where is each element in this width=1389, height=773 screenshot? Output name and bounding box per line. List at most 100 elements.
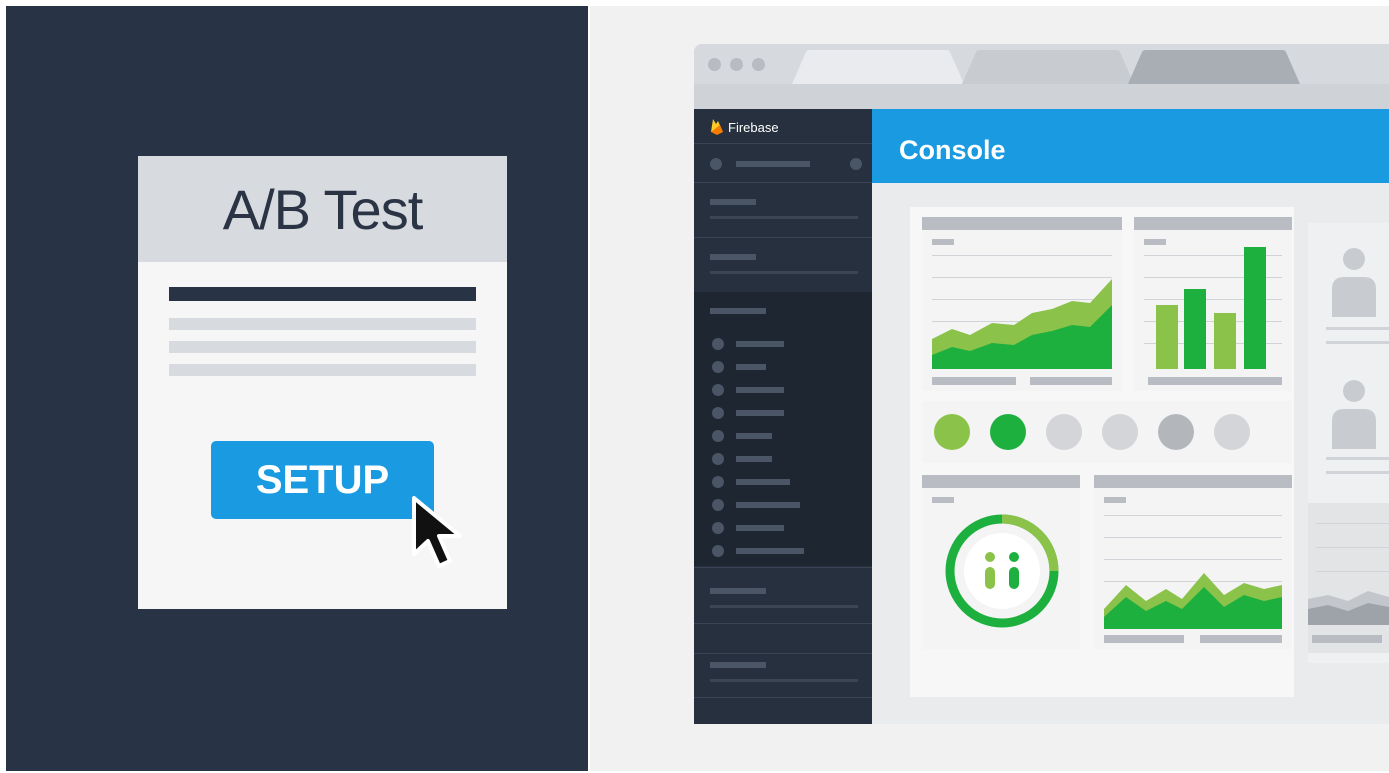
status-dot-icon <box>1158 414 1194 450</box>
grid-line <box>1104 515 1282 516</box>
grid-line <box>1316 523 1389 524</box>
nav-item-icon <box>712 338 724 350</box>
bar <box>1184 289 1206 369</box>
sidebar-divider <box>694 653 872 654</box>
sidebar-group-title <box>710 308 766 314</box>
browser-tab-active[interactable] <box>792 50 964 84</box>
bar <box>1214 313 1236 369</box>
browser-tab[interactable] <box>1128 50 1300 84</box>
sidebar-item[interactable] <box>736 410 784 416</box>
content-line <box>169 318 476 330</box>
mini-area-chart <box>1308 591 1389 625</box>
sidebar-item[interactable] <box>736 456 772 462</box>
sidebar-divider <box>694 567 872 568</box>
console-header: Console <box>872 109 1389 183</box>
card-header <box>922 475 1080 488</box>
content-heading-bar <box>169 287 476 301</box>
console-sidebar: Firebase <box>694 109 872 724</box>
nav-item-icon <box>712 384 724 396</box>
sidebar-divider <box>694 182 872 183</box>
card-label <box>932 239 954 245</box>
axis-label <box>1030 377 1112 385</box>
card-header <box>1094 475 1292 488</box>
grid-line <box>1104 559 1282 560</box>
status-dot-icon <box>990 414 1026 450</box>
status-dot-icon <box>1214 414 1250 450</box>
user-line <box>1326 471 1389 474</box>
mountain-chart-card <box>1094 475 1292 649</box>
nav-item-icon <box>712 545 724 557</box>
sidebar-item[interactable] <box>736 364 766 370</box>
firebase-flame-icon <box>711 119 723 135</box>
sidebar-item[interactable] <box>736 548 804 554</box>
firebase-brand-label: Firebase <box>728 120 779 135</box>
setup-button-label: SETUP <box>255 457 390 502</box>
sidebar-item-overview[interactable] <box>710 199 756 205</box>
user-avatar-icon <box>1332 248 1376 317</box>
axis-label <box>1200 635 1282 643</box>
status-dot-icon <box>1046 414 1082 450</box>
window-dot-icon[interactable] <box>752 58 765 71</box>
sidebar-item-sub <box>710 216 858 219</box>
content-line <box>169 364 476 376</box>
console-title: Console <box>899 135 1006 165</box>
bar <box>1244 247 1266 369</box>
sidebar-divider <box>694 143 872 144</box>
nav-item-icon <box>712 522 724 534</box>
axis-label <box>1312 635 1382 643</box>
grid-line <box>1316 547 1389 548</box>
dashboard-content <box>872 183 1389 724</box>
nav-item-icon <box>712 476 724 488</box>
sidebar-item-section[interactable] <box>710 254 756 260</box>
sidebar-item[interactable] <box>736 479 790 485</box>
card-header <box>922 217 1122 230</box>
setup-button[interactable]: SETUP <box>211 441 434 519</box>
content-line <box>169 341 476 353</box>
sidebar-item[interactable] <box>736 433 772 439</box>
user-line <box>1326 341 1389 344</box>
grid-line <box>932 255 1112 256</box>
sidebar-item[interactable] <box>736 387 784 393</box>
bar <box>1156 305 1178 369</box>
grid-line <box>932 277 1112 278</box>
donut-card <box>922 475 1080 649</box>
sidebar-divider <box>694 237 872 238</box>
window-dot-icon[interactable] <box>708 58 721 71</box>
browser-tab[interactable] <box>962 50 1134 84</box>
nav-item-icon <box>712 499 724 511</box>
sidebar-item-section[interactable] <box>710 588 766 594</box>
area-chart <box>932 279 1112 369</box>
area-chart-card <box>922 217 1122 391</box>
sidebar-nav-group <box>694 292 872 566</box>
address-bar[interactable] <box>694 84 1389 110</box>
user-avatar-icon <box>1332 380 1376 449</box>
dropdown-dot-icon[interactable] <box>850 158 862 170</box>
donut-logo-icon <box>945 514 1059 628</box>
project-selector[interactable] <box>736 161 810 167</box>
status-dots-row <box>922 401 1292 463</box>
nav-item-icon <box>712 430 724 442</box>
project-dot-icon <box>710 158 722 170</box>
sidebar-item-section[interactable] <box>710 662 766 668</box>
card-label <box>1144 239 1166 245</box>
card-label <box>932 497 954 503</box>
axis-label <box>932 377 1016 385</box>
user-line <box>1326 457 1389 460</box>
sidebar-divider <box>694 697 872 698</box>
sidebar-item-sub <box>710 271 858 274</box>
browser-titlebar <box>694 44 1389 84</box>
grid-line <box>1316 571 1389 572</box>
nav-item-icon <box>712 453 724 465</box>
ab-test-header: A/B Test <box>138 156 507 262</box>
user-line <box>1326 327 1389 330</box>
axis-label <box>1148 377 1282 385</box>
window-dot-icon[interactable] <box>730 58 743 71</box>
sidebar-item[interactable] <box>736 502 800 508</box>
sidebar-item[interactable] <box>736 525 784 531</box>
card-label <box>1104 497 1126 503</box>
nav-item-icon <box>712 361 724 373</box>
bar-chart-card <box>1134 217 1292 391</box>
ab-test-title: A/B Test <box>222 177 424 241</box>
sidebar-item[interactable] <box>736 341 784 347</box>
card-header <box>1134 217 1292 230</box>
